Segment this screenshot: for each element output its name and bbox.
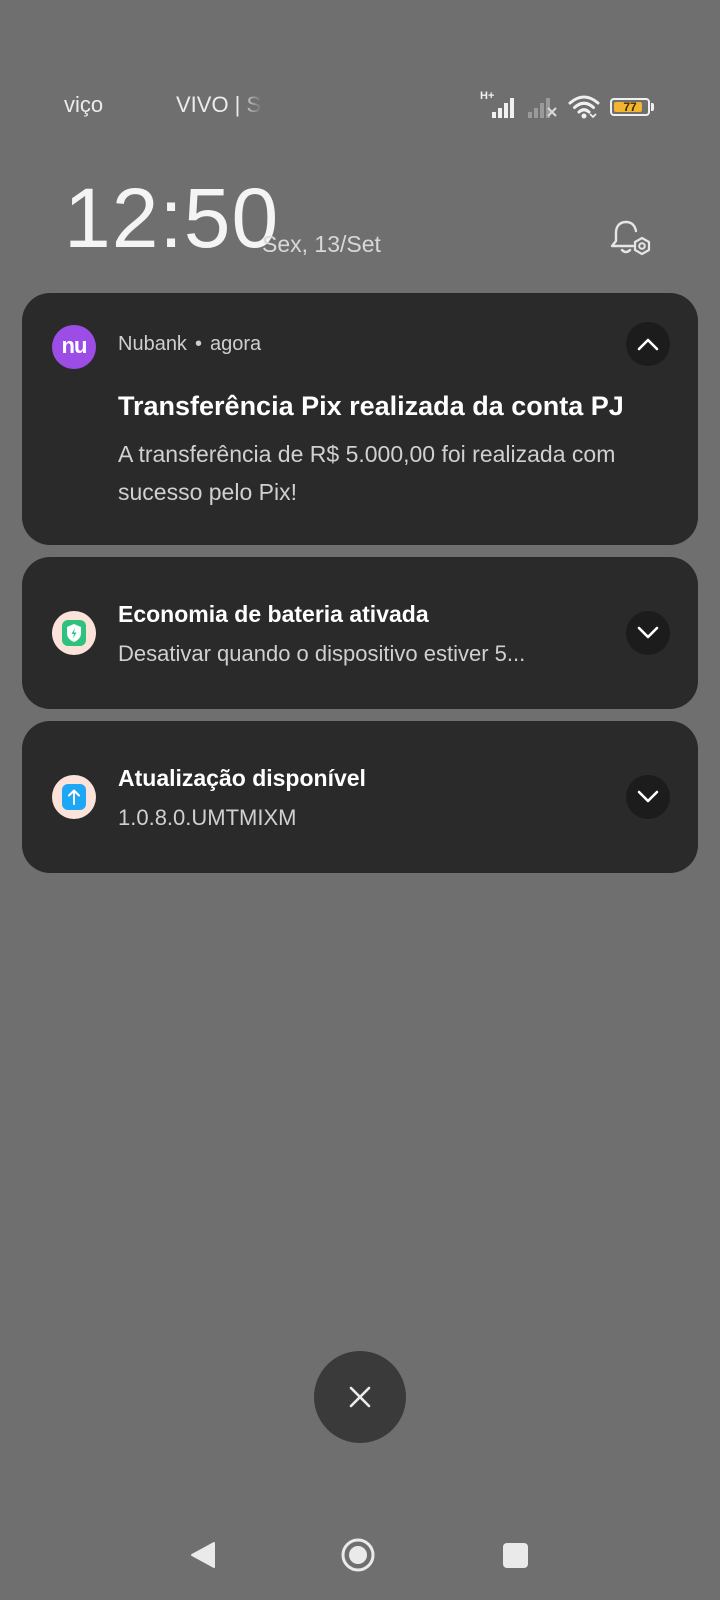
expand-button[interactable] — [626, 611, 670, 655]
system-update-icon — [52, 775, 96, 819]
signal-h-plus-icon: H+ — [480, 90, 516, 120]
notification-title: Economia de bateria ativada — [118, 601, 429, 627]
notification-card-system-update[interactable]: Atualização disponível 1.0.8.0.UMTMIXM — [22, 721, 698, 873]
clock-time: 12:50 — [64, 171, 280, 265]
chevron-down-icon — [637, 790, 659, 803]
chevron-up-icon — [637, 338, 659, 351]
battery-level: 77 — [623, 100, 637, 114]
notification-settings-icon[interactable] — [606, 214, 654, 262]
notification-body: Desativar quando o dispositivo estiver 5… — [118, 641, 526, 666]
battery-icon: 77 — [610, 98, 654, 116]
battery-saver-shield-icon — [52, 611, 96, 655]
notification-time: agora — [209, 333, 262, 355]
notification-card-nubank[interactable]: nu Nubank • agora Transferência Pix realiz… — [22, 293, 698, 545]
status-bar: viço VIVO | S H+ 77 — [0, 88, 720, 124]
home-icon[interactable] — [340, 1537, 376, 1573]
notification-title: Atualização disponível — [118, 765, 366, 791]
nubank-app-icon: nu — [52, 325, 96, 369]
close-icon — [349, 1386, 371, 1408]
notification-header: Nubank • agora — [118, 333, 261, 356]
expand-button[interactable] — [626, 775, 670, 819]
header-separator: • — [194, 333, 202, 355]
notification-card-battery-saver[interactable]: Economia de bateria ativada Desativar qu… — [22, 557, 698, 709]
recents-icon[interactable] — [503, 1543, 528, 1568]
clock-date: Sex, 13/Set — [262, 231, 381, 257]
notification-body: 1.0.8.0.UMTMIXM — [118, 805, 297, 830]
collapse-button[interactable] — [626, 322, 670, 366]
navigation-bar — [0, 1530, 720, 1580]
notification-body: A transferência de R$ 5.000,00 foi reali… — [118, 441, 616, 505]
chevron-down-icon — [637, 626, 659, 639]
signal-no-service-icon — [528, 98, 557, 118]
back-icon[interactable] — [188, 1540, 218, 1570]
status-icons: H+ 77 — [480, 90, 654, 122]
carrier-label-1: viço — [64, 92, 104, 117]
nubank-icon-text: nu — [61, 332, 88, 358]
carrier-label-2: VIVO | S — [176, 92, 262, 118]
wifi-icon — [568, 95, 600, 119]
app-name: Nubank — [118, 333, 187, 355]
notification-title: Transferência Pix realizada da conta PJ — [118, 391, 624, 421]
clear-all-button[interactable] — [314, 1351, 406, 1443]
